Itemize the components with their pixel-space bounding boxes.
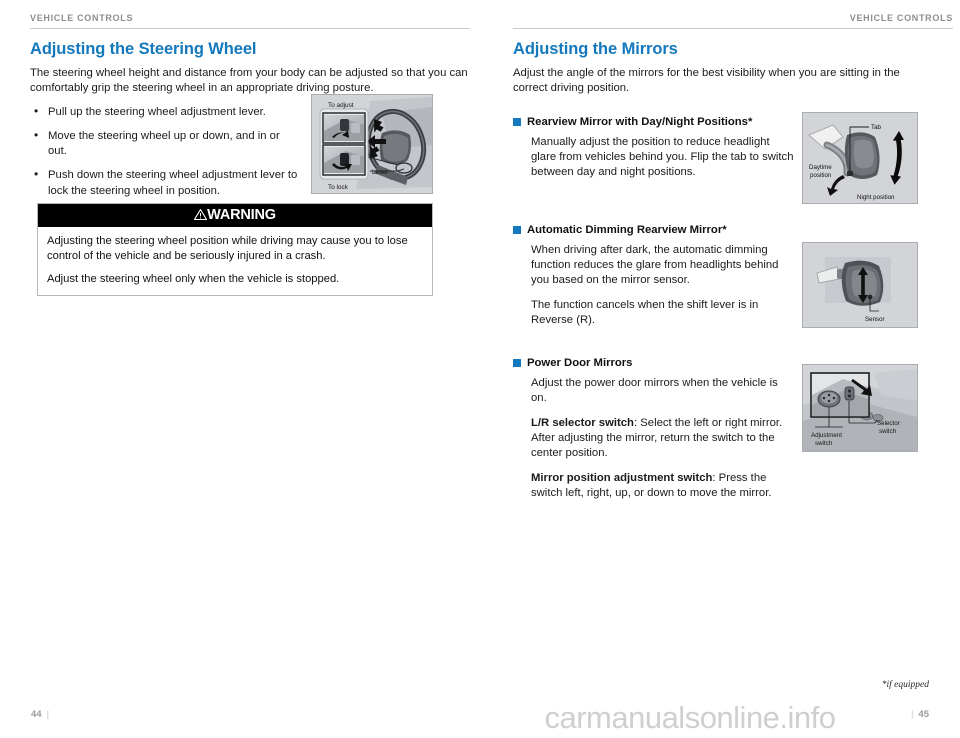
header-rule-left <box>30 28 470 29</box>
header-rule-right <box>513 28 953 29</box>
page-title-steering: Adjusting the Steering Wheel <box>30 40 257 58</box>
mirrors-intro-text: Adjust the angle of the mirrors for the … <box>513 67 900 95</box>
warning-body: Adjusting the steering wheel position wh… <box>38 227 432 295</box>
blue-square-bullet-icon <box>513 117 521 126</box>
svg-text:Adjustment: Adjustment <box>811 432 842 439</box>
rearview-mirror-day-night-illustration: Tab Daytime position Night position <box>802 112 918 204</box>
page-number-left-value: 44 <box>31 709 42 720</box>
svg-text:To adjust: To adjust <box>328 102 354 109</box>
warning-title-bar: WARNING <box>38 204 432 227</box>
warning-box: WARNING Adjusting the steering wheel pos… <box>37 203 433 296</box>
warning-paragraph: Adjust the steering wheel only when the … <box>47 273 340 285</box>
steering-wheel-adjustment-illustration: To adjust To lock Lever <box>311 94 433 194</box>
svg-text:To lock: To lock <box>328 184 349 191</box>
subsection-heading: Automatic Dimming Rearview Mirror* <box>513 223 953 237</box>
svg-text:Night position: Night position <box>857 194 895 201</box>
page-number-right: | 45 <box>906 709 929 720</box>
site-watermark: carmanualsonline.info <box>544 700 836 735</box>
warning-paragraph: Adjusting the steering wheel position wh… <box>47 235 408 262</box>
subsection-body: Adjust the power door mirrors when the v… <box>513 376 796 501</box>
body-paragraph: Manually adjust the position to reduce h… <box>531 135 794 179</box>
subsection-heading-label: Automatic Dimming Rearview Mirror* <box>527 223 727 236</box>
steering-intro-text: The steering wheel height and distance f… <box>30 67 468 95</box>
list-item: Move the steering wheel up or down, and … <box>30 128 298 159</box>
running-head-left: VEHICLE CONTROLS <box>30 13 134 23</box>
svg-text:Tab: Tab <box>871 124 882 131</box>
subsection-heading-label: Rearview Mirror with Day/Night Positions… <box>527 115 753 128</box>
auto-dimming-mirror-illustration: Sensor <box>802 242 918 328</box>
manual-page: VEHICLE CONTROLS Adjusting the Steering … <box>0 0 960 738</box>
warning-triangle-icon <box>194 209 208 220</box>
list-item: Pull up the steering wheel adjustment le… <box>30 104 298 120</box>
folio-divider: | <box>46 709 50 720</box>
body-paragraph: When driving after dark, the automatic d… <box>531 243 779 287</box>
svg-text:position: position <box>810 172 832 179</box>
body-paragraph: Adjust the power door mirrors when the v… <box>531 377 778 405</box>
svg-text:Selector: Selector <box>877 420 900 427</box>
body-paragraph: L/R selector switch: Select the left or … <box>531 416 783 460</box>
subsection-body: Manually adjust the position to reduce h… <box>513 135 796 181</box>
subsection-heading-label: Power Door Mirrors <box>527 357 633 370</box>
list-item: Push down the steering wheel adjustment … <box>30 167 298 198</box>
svg-text:Sensor: Sensor <box>865 316 885 323</box>
paragraph-lead-in: Mirror position adjustment switch <box>531 471 713 484</box>
blue-square-bullet-icon <box>513 359 521 368</box>
page-number-right-value: 45 <box>918 709 929 720</box>
svg-text:Lever: Lever <box>372 169 389 176</box>
warning-label: WARNING <box>207 207 276 223</box>
svg-text:Daytime: Daytime <box>809 164 832 171</box>
page-number-left: 44 | <box>31 709 54 720</box>
paragraph-lead-in: L/R selector switch <box>531 416 634 429</box>
power-door-mirror-switch-illustration: Adjustment switch Selector switch <box>802 364 918 452</box>
blue-square-bullet-icon <box>513 225 521 234</box>
svg-text:switch: switch <box>815 440 833 447</box>
subsection-body: When driving after dark, the automatic d… <box>513 243 796 328</box>
svg-text:switch: switch <box>879 428 897 435</box>
steering-steps-list: Pull up the steering wheel adjustment le… <box>30 104 298 199</box>
running-head-right: VEHICLE CONTROLS <box>849 13 953 23</box>
folio-divider: | <box>910 709 914 720</box>
footnote-if-equipped: *if equipped <box>881 680 929 690</box>
body-paragraph: Mirror position adjustment switch: Press… <box>531 471 772 499</box>
body-paragraph: The function cancels when the shift leve… <box>531 298 759 326</box>
page-title-mirrors: Adjusting the Mirrors <box>513 40 678 58</box>
